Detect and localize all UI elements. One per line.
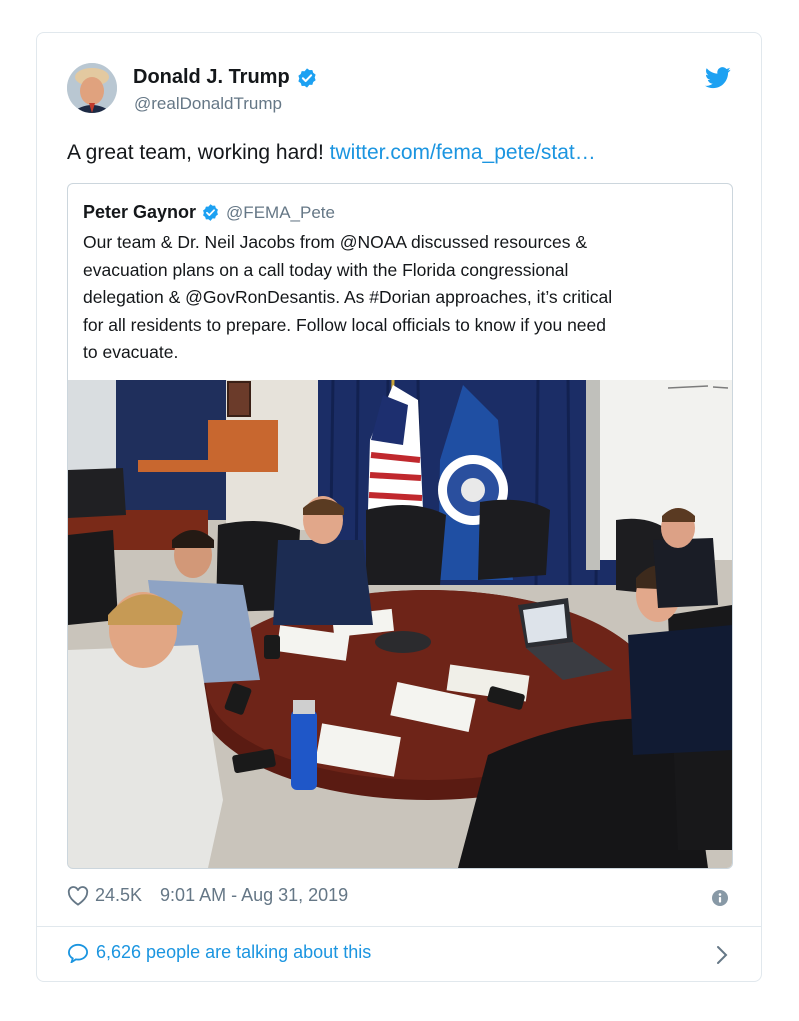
conversation-count: 6,626 people are talking about this: [96, 942, 372, 962]
tweet-text: A great team, working hard! twitter.com/…: [67, 141, 596, 165]
quoted-tweet[interactable]: Peter Gaynor @FEMA_Pete Our team & Dr. N…: [67, 183, 733, 869]
quoted-text-line: for all residents to prepare. Follow loc…: [83, 314, 607, 335]
conversation-link[interactable]: 6,626 people are talking about this: [67, 942, 371, 963]
tweet-link[interactable]: twitter.com/fema_pete/stat…: [330, 141, 596, 164]
meeting-room-photo[interactable]: [68, 380, 732, 868]
tweet-timestamp[interactable]: 9:01 AM - Aug 31, 2019: [160, 885, 348, 906]
quoted-tweet-header: Peter Gaynor @FEMA_Pete: [83, 202, 335, 223]
verified-badge-icon: [298, 67, 316, 88]
info-icon[interactable]: [712, 890, 728, 906]
quoted-author-handle[interactable]: @FEMA_Pete: [226, 203, 335, 223]
quoted-text-line: Our team & Dr. Neil Jacobs from @NOAA di…: [83, 232, 588, 252]
tweet-footer: 24.5K 9:01 AM - Aug 31, 2019: [67, 885, 348, 906]
author-handle[interactable]: @realDonaldTrump: [134, 94, 282, 114]
speech-bubble-icon: [67, 943, 89, 963]
author-name[interactable]: Donald J. Trump: [133, 66, 290, 89]
embedded-tweet-card: Donald J. Trump @realDonaldTrump A great…: [36, 32, 762, 982]
quoted-text-line: evacuation plans on a call today with th…: [83, 259, 569, 280]
tweet-body: A great team, working hard!: [67, 141, 324, 164]
author-name-row: Donald J. Trump: [133, 66, 318, 89]
quoted-text-line: to evacuate.: [83, 342, 179, 363]
quoted-author-name[interactable]: Peter Gaynor: [83, 202, 196, 223]
chevron-right-icon[interactable]: [715, 944, 729, 966]
quoted-tweet-text: Our team & Dr. Neil Jacobs from @NOAA di…: [83, 229, 723, 367]
footer-divider: [37, 926, 761, 927]
quoted-text-line: delegation & @GovRonDesantis. As #Dorian…: [83, 287, 613, 308]
heart-icon[interactable]: [67, 885, 89, 906]
verified-badge-icon: [203, 204, 218, 221]
twitter-bird-icon[interactable]: [705, 67, 731, 89]
like-count[interactable]: 24.5K: [95, 885, 142, 906]
author-avatar[interactable]: [67, 63, 117, 113]
